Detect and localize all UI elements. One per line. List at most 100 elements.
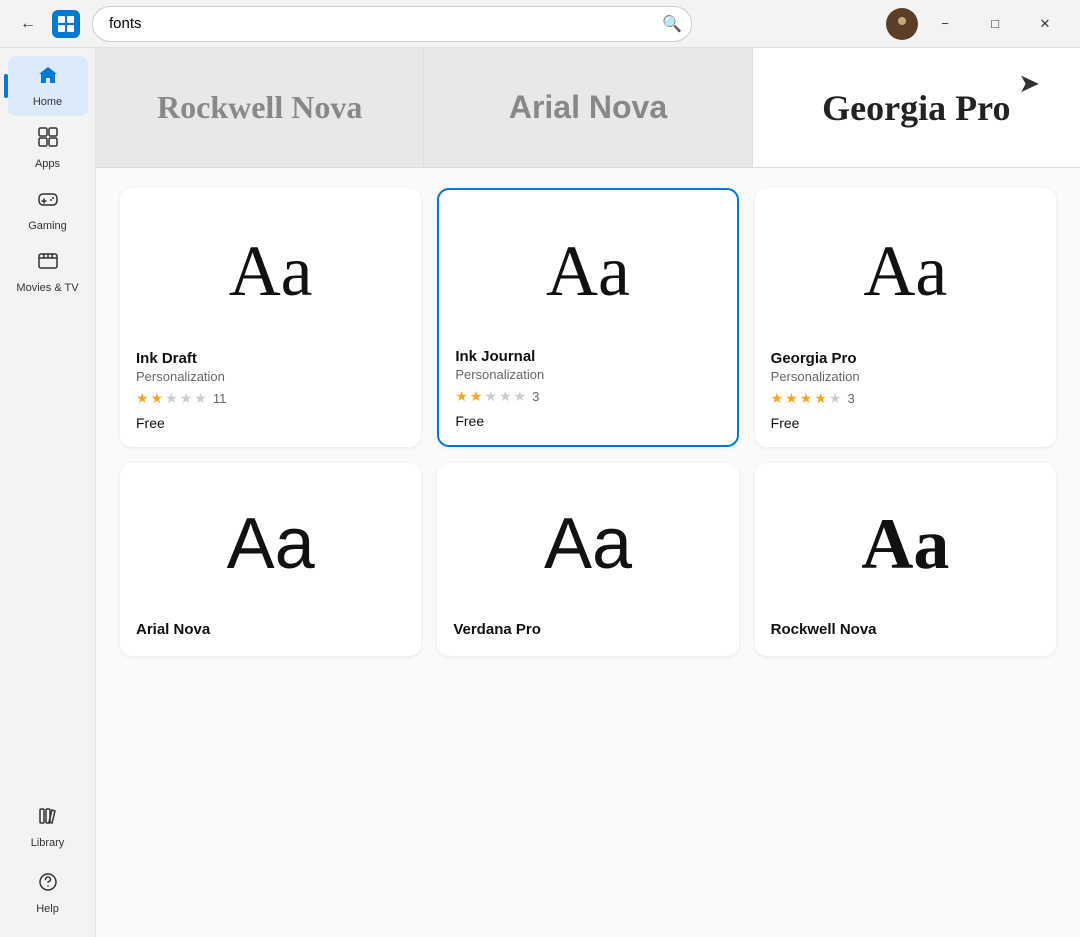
card-preview-arial-nova: Aa xyxy=(136,479,405,609)
app-card-ink-journal[interactable]: Aa Ink Journal Personalization ★ ★ ★ ★ ★… xyxy=(437,188,738,447)
star3: ★ xyxy=(165,390,178,407)
store-logo xyxy=(52,10,80,38)
sidebar-item-home[interactable]: Home xyxy=(8,56,88,116)
close-button[interactable]: ✕ xyxy=(1022,6,1068,42)
star2: ★ xyxy=(470,388,483,405)
banner-arial[interactable]: Arial Nova xyxy=(424,48,752,167)
card-info-arial-nova: Arial Nova xyxy=(136,621,405,640)
nav-controls: ← xyxy=(12,8,80,40)
sidebar-item-label-gaming: Gaming xyxy=(28,220,67,232)
content-area: Rockwell Nova Arial Nova Georgia Pro ➤ A… xyxy=(96,48,1080,937)
banner-rockwell-label: Rockwell Nova xyxy=(157,89,362,126)
app-card-verdana-pro[interactable]: Aa Verdana Pro xyxy=(437,463,738,656)
card-category-georgia-pro: Personalization xyxy=(771,369,1040,384)
star5: ★ xyxy=(829,390,842,407)
card-name-ink-journal: Ink Journal xyxy=(455,348,720,365)
star5: ★ xyxy=(514,388,527,405)
card-info-rockwell-nova: Rockwell Nova xyxy=(771,621,1040,640)
star3: ★ xyxy=(800,390,813,407)
sidebar: Home Apps xyxy=(0,48,96,937)
card-name-ink-draft: Ink Draft xyxy=(136,350,405,367)
app-card-rockwell-nova[interactable]: Aa Rockwell Nova xyxy=(755,463,1056,656)
sidebar-item-gaming[interactable]: Gaming xyxy=(8,180,88,240)
movies-icon xyxy=(37,250,59,278)
maximize-button[interactable]: □ xyxy=(972,6,1018,42)
titlebar-right: − □ ✕ xyxy=(886,6,1068,42)
minimize-button[interactable]: − xyxy=(922,6,968,42)
card-stars-ink-journal: ★ ★ ★ ★ ★ 3 xyxy=(455,388,720,405)
sidebar-item-label-home: Home xyxy=(33,96,62,108)
back-button[interactable]: ← xyxy=(12,8,44,40)
card-preview-verdana-pro: Aa xyxy=(453,479,722,609)
banner-georgia[interactable]: Georgia Pro ➤ xyxy=(753,48,1080,167)
search-bar: fonts 🔍 xyxy=(92,6,692,42)
card-preview-georgia-pro: Aa xyxy=(771,204,1040,338)
banner-georgia-label: Georgia Pro xyxy=(822,87,1010,129)
card-preview-ink-journal: Aa xyxy=(455,206,720,336)
card-info-ink-journal: Ink Journal Personalization ★ ★ ★ ★ ★ 3 … xyxy=(455,348,720,429)
rating-count-georgia-pro: 3 xyxy=(847,391,854,406)
close-icon: ✕ xyxy=(1040,16,1051,32)
search-input[interactable]: fonts xyxy=(92,6,692,42)
card-price-ink-journal: Free xyxy=(455,413,720,429)
font-preview-ink-draft: Aa xyxy=(229,230,313,313)
sidebar-item-label-help: Help xyxy=(36,903,59,915)
font-preview-ink-journal: Aa xyxy=(546,230,630,313)
sidebar-item-help[interactable]: Help xyxy=(8,863,88,923)
card-stars-georgia-pro: ★ ★ ★ ★ ★ 3 xyxy=(771,390,1040,407)
search-button[interactable]: 🔍 xyxy=(662,14,682,34)
maximize-icon: □ xyxy=(991,16,999,31)
card-name-arial-nova: Arial Nova xyxy=(136,621,405,638)
minimize-icon: − xyxy=(941,16,949,31)
card-preview-rockwell-nova: Aa xyxy=(771,479,1040,609)
search-icon: 🔍 xyxy=(662,16,682,33)
sidebar-bottom: Library Help xyxy=(8,797,88,937)
card-info-georgia-pro: Georgia Pro Personalization ★ ★ ★ ★ ★ 3 … xyxy=(771,350,1040,431)
banner-arial-label: Arial Nova xyxy=(509,89,667,126)
card-category-ink-draft: Personalization xyxy=(136,369,405,384)
card-name-verdana-pro: Verdana Pro xyxy=(453,621,722,638)
banner-row: Rockwell Nova Arial Nova Georgia Pro ➤ xyxy=(96,48,1080,168)
card-price-ink-draft: Free xyxy=(136,415,405,431)
app-grid: Aa Ink Draft Personalization ★ ★ ★ ★ ★ 1… xyxy=(96,168,1080,676)
card-preview-ink-draft: Aa xyxy=(136,204,405,338)
card-name-georgia-pro: Georgia Pro xyxy=(771,350,1040,367)
star4: ★ xyxy=(180,390,193,407)
gaming-icon xyxy=(37,188,59,216)
sidebar-item-label-library: Library xyxy=(31,837,65,849)
sidebar-item-label-movies: Movies & TV xyxy=(16,282,78,294)
star3: ★ xyxy=(484,388,497,405)
home-icon xyxy=(37,64,59,92)
back-icon: ← xyxy=(20,15,36,33)
app-card-ink-draft[interactable]: Aa Ink Draft Personalization ★ ★ ★ ★ ★ 1… xyxy=(120,188,421,447)
titlebar: ← fonts 🔍 − □ ✕ xyxy=(0,0,1080,48)
star1: ★ xyxy=(771,390,784,407)
app-card-arial-nova[interactable]: Aa Arial Nova xyxy=(120,463,421,656)
card-info-verdana-pro: Verdana Pro xyxy=(453,621,722,640)
sidebar-item-label-apps: Apps xyxy=(35,158,60,170)
font-preview-rockwell-nova: Aa xyxy=(861,503,949,586)
sidebar-item-movies[interactable]: Movies & TV xyxy=(8,242,88,302)
star1: ★ xyxy=(136,390,149,407)
sidebar-item-library[interactable]: Library xyxy=(8,797,88,857)
card-price-georgia-pro: Free xyxy=(771,415,1040,431)
star4: ★ xyxy=(814,390,827,407)
star4: ★ xyxy=(499,388,512,405)
banner-rockwell[interactable]: Rockwell Nova xyxy=(96,48,424,167)
sidebar-item-apps[interactable]: Apps xyxy=(8,118,88,178)
apps-icon xyxy=(37,126,59,154)
font-preview-arial-nova: Aa xyxy=(227,503,315,585)
card-name-rockwell-nova: Rockwell Nova xyxy=(771,621,1040,638)
rating-count-ink-journal: 3 xyxy=(532,389,539,404)
star1: ★ xyxy=(455,388,468,405)
star5: ★ xyxy=(194,390,207,407)
cursor-icon: ➤ xyxy=(1018,68,1040,99)
card-stars-ink-draft: ★ ★ ★ ★ ★ 11 xyxy=(136,390,405,407)
star2: ★ xyxy=(785,390,798,407)
avatar[interactable] xyxy=(886,8,918,40)
font-preview-verdana-pro: Aa xyxy=(544,503,632,585)
star2: ★ xyxy=(151,390,164,407)
main-layout: Home Apps xyxy=(0,48,1080,937)
help-icon xyxy=(37,871,59,899)
app-card-georgia-pro[interactable]: Aa Georgia Pro Personalization ★ ★ ★ ★ ★… xyxy=(755,188,1056,447)
